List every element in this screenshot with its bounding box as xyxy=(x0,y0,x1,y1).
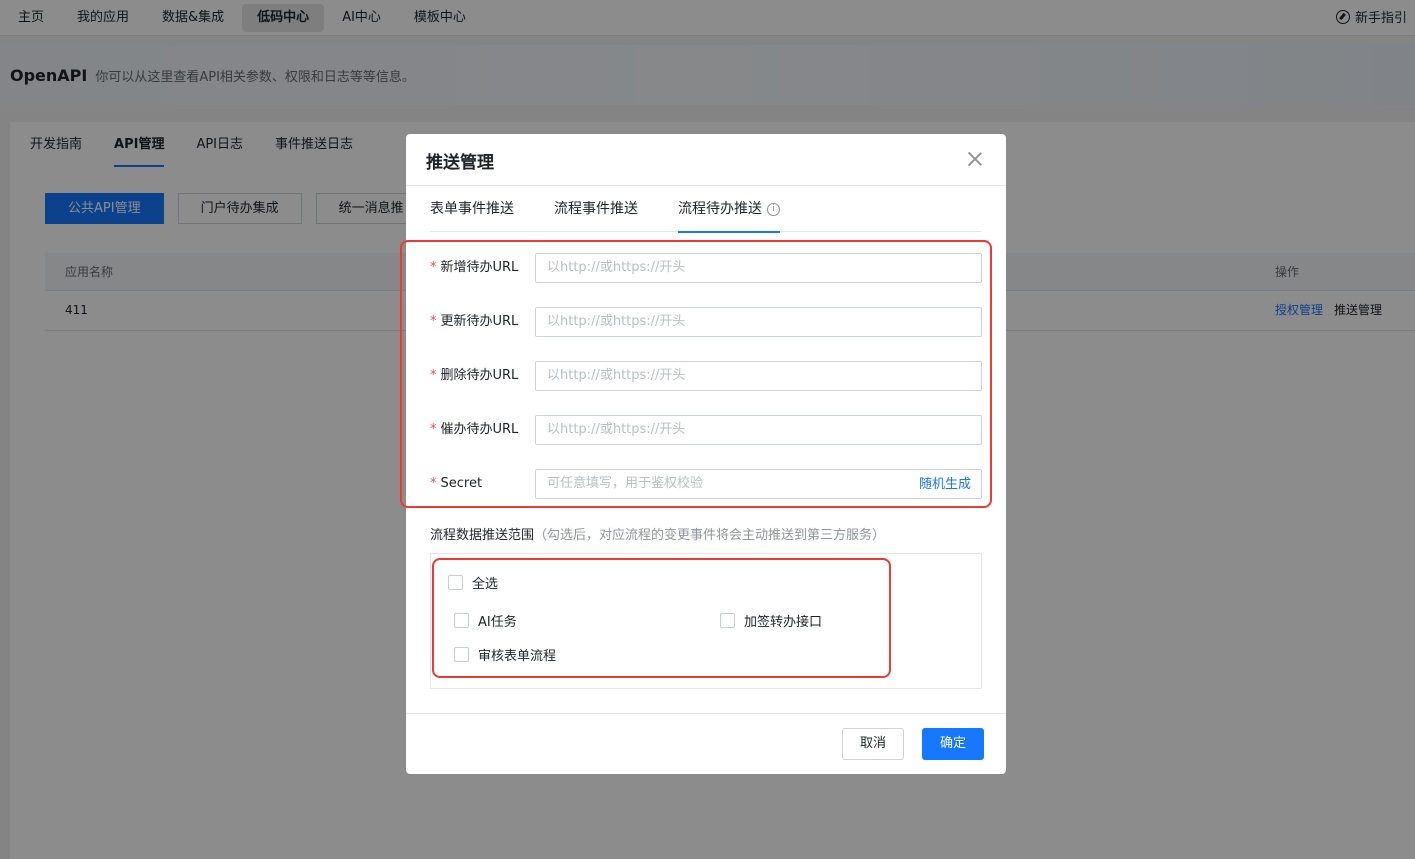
dialog-title: 推送管理 xyxy=(426,153,494,173)
secret-label: * Secret xyxy=(430,469,535,499)
tab-form-event-push[interactable]: 表单事件推送 xyxy=(430,186,514,232)
required-mark: * xyxy=(430,260,437,275)
update-todo-url-label: * 更新待办URL xyxy=(430,307,535,337)
urge-todo-url-input[interactable]: 以http://或https://开头 xyxy=(535,415,982,445)
dialog-footer: 取消 确定 xyxy=(406,713,1006,774)
highlight-box-scope xyxy=(432,558,891,678)
close-icon[interactable] xyxy=(968,152,982,166)
delete-todo-url-input[interactable]: 以http://或https://开头 xyxy=(535,361,982,391)
label-text: 催办待办URL xyxy=(440,422,519,437)
label-text: 删除待办URL xyxy=(440,368,519,383)
add-todo-url-field: * 新增待办URL 以http://或https://开头 xyxy=(430,253,982,283)
label-text: 新增待办URL xyxy=(440,260,519,275)
label-text: Secret xyxy=(440,476,483,491)
urge-todo-url-label: * 催办待办URL xyxy=(430,415,535,445)
dialog-tabs: 表单事件推送 流程事件推送 流程待办推送 i xyxy=(430,186,982,233)
tab-flow-todo-push[interactable]: 流程待办推送 i xyxy=(678,186,780,233)
required-mark: * xyxy=(430,476,437,491)
tab-flow-todo-push-label: 流程待办推送 xyxy=(678,201,762,217)
secret-input[interactable]: 可任意填写，用于鉴权校验 随机生成 xyxy=(535,469,982,499)
required-mark: * xyxy=(430,314,437,329)
push-scope-hint: （勾选后，对应流程的变更事件将会主动推送到第三方服务） xyxy=(534,528,886,543)
dialog-header: 推送管理 xyxy=(406,134,1006,186)
add-todo-url-label: * 新增待办URL xyxy=(430,253,535,283)
required-mark: * xyxy=(430,422,437,437)
push-management-dialog: 推送管理 表单事件推送 流程事件推送 流程待办推送 i * 新增待办URL 以ht… xyxy=(400,134,1006,774)
required-mark: * xyxy=(430,368,437,383)
update-todo-url-field: * 更新待办URL 以http://或https://开头 xyxy=(430,307,982,337)
info-icon[interactable]: i xyxy=(767,202,780,216)
push-scope-label: 流程数据推送范围 xyxy=(430,528,535,543)
update-todo-url-input[interactable]: 以http://或https://开头 xyxy=(535,307,982,337)
urge-todo-url-field: * 催办待办URL 以http://或https://开头 xyxy=(430,415,982,445)
confirm-button[interactable]: 确定 xyxy=(922,728,985,760)
cancel-button[interactable]: 取消 xyxy=(842,728,905,760)
secret-field: * Secret 可任意填写，用于鉴权校验 随机生成 xyxy=(430,469,982,499)
random-generate-link[interactable]: 随机生成 xyxy=(919,470,971,500)
label-text: 更新待办URL xyxy=(440,314,519,329)
secret-placeholder: 可任意填写，用于鉴权校验 xyxy=(547,476,704,491)
add-todo-url-input[interactable]: 以http://或https://开头 xyxy=(535,253,982,283)
delete-todo-url-field: * 删除待办URL 以http://或https://开头 xyxy=(430,361,982,391)
tab-flow-event-push[interactable]: 流程事件推送 xyxy=(554,186,638,232)
delete-todo-url-label: * 删除待办URL xyxy=(430,361,535,391)
push-scope-title: 流程数据推送范围（勾选后，对应流程的变更事件将会主动推送到第三方服务） xyxy=(430,524,885,543)
